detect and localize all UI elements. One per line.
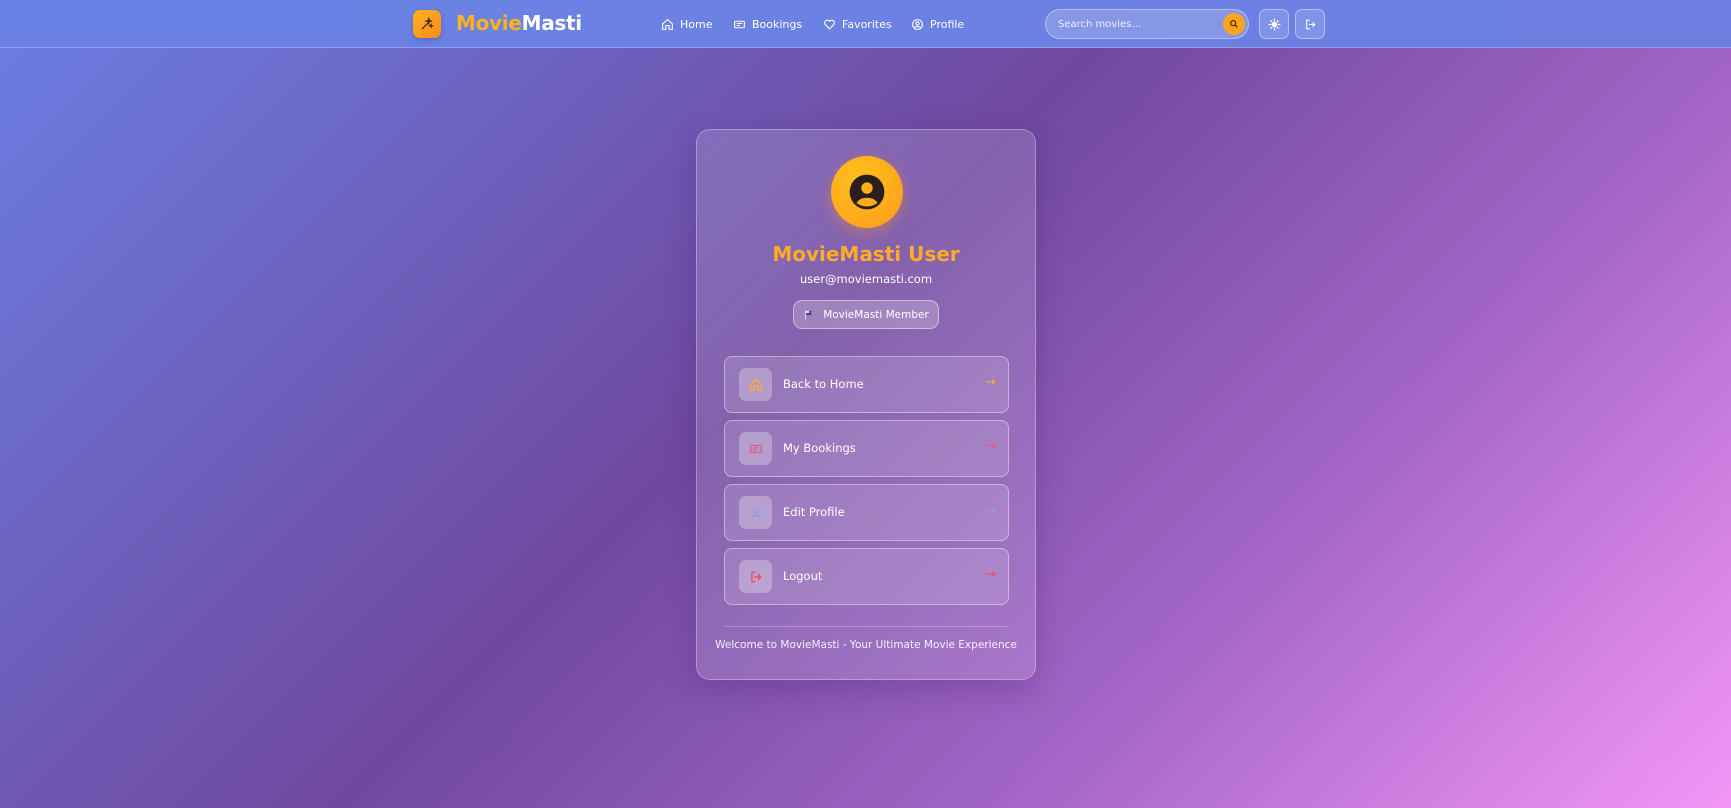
menu-item-label: Logout: [783, 569, 823, 583]
user-name: MovieMasti User: [772, 242, 960, 266]
search-icon: [1230, 20, 1238, 28]
heart-icon: [824, 19, 835, 30]
arrow-right-icon: →: [985, 439, 996, 454]
profile-card: MovieMasti User user@moviemasti.com Movi…: [696, 129, 1036, 680]
member-badge-label: MovieMasti Member: [823, 308, 929, 321]
user-avatar-icon: [849, 174, 885, 210]
menu-item-label: My Bookings: [783, 441, 856, 455]
nav-link-bookings[interactable]: Bookings: [733, 15, 802, 33]
sparkle-icon: [421, 17, 434, 30]
avatar: [831, 156, 903, 228]
arrow-right-icon: →: [985, 503, 996, 518]
menu-item-back-to-home[interactable]: Back to Home →: [724, 356, 1009, 413]
menu-item-edit-profile[interactable]: Edit Profile →: [724, 484, 1009, 541]
nav-link-label: Favorites: [842, 17, 892, 31]
member-badge: MovieMasti Member: [793, 300, 939, 329]
user-email: user@moviemasti.com: [799, 272, 933, 286]
brand-name[interactable]: MovieMasti: [456, 11, 582, 35]
logout-icon: [1305, 19, 1316, 29]
search-button[interactable]: [1223, 13, 1245, 35]
top-navbar: MovieMasti Home Bookings Favorites Profi…: [0, 0, 1731, 48]
flag-icon: [805, 310, 813, 319]
brand-logo[interactable]: [413, 10, 441, 38]
menu-icon-box: [739, 432, 772, 465]
search-input[interactable]: [1058, 16, 1208, 33]
sun-icon: [1267, 17, 1281, 31]
menu-icon-box: [739, 496, 772, 529]
brand-name-part2: Masti: [521, 11, 583, 35]
menu-item-my-bookings[interactable]: My Bookings →: [724, 420, 1009, 477]
brand-name-part1: Movie: [456, 11, 522, 35]
menu-item-label: Back to Home: [783, 377, 864, 391]
arrow-right-icon: →: [985, 567, 996, 582]
search-bar: [1045, 9, 1249, 39]
ticket-icon: [749, 444, 762, 453]
logout-icon: [750, 571, 762, 582]
nav-link-label: Bookings: [752, 17, 803, 31]
home-icon: [749, 378, 762, 391]
divider: [724, 626, 1009, 627]
ticket-icon: [734, 20, 745, 28]
theme-toggle-button[interactable]: [1259, 9, 1289, 39]
menu-item-label: Edit Profile: [783, 505, 845, 519]
menu-item-logout[interactable]: Logout →: [724, 548, 1009, 605]
logout-button[interactable]: [1295, 9, 1325, 39]
user-circle-icon: [912, 18, 923, 30]
menu-icon-box: [739, 368, 772, 401]
home-icon: [662, 18, 673, 30]
user-icon: [750, 507, 761, 519]
arrow-right-icon: →: [985, 375, 996, 390]
nav-link-profile[interactable]: Profile: [911, 15, 964, 33]
nav-link-home[interactable]: Home: [661, 15, 712, 33]
welcome-footer: Welcome to MovieMasti - Your Ultimate Mo…: [715, 639, 1017, 651]
menu-icon-box: [739, 560, 772, 593]
nav-link-label: Profile: [930, 17, 965, 31]
nav-link-favorites[interactable]: Favorites: [823, 15, 892, 33]
nav-link-label: Home: [680, 17, 713, 31]
